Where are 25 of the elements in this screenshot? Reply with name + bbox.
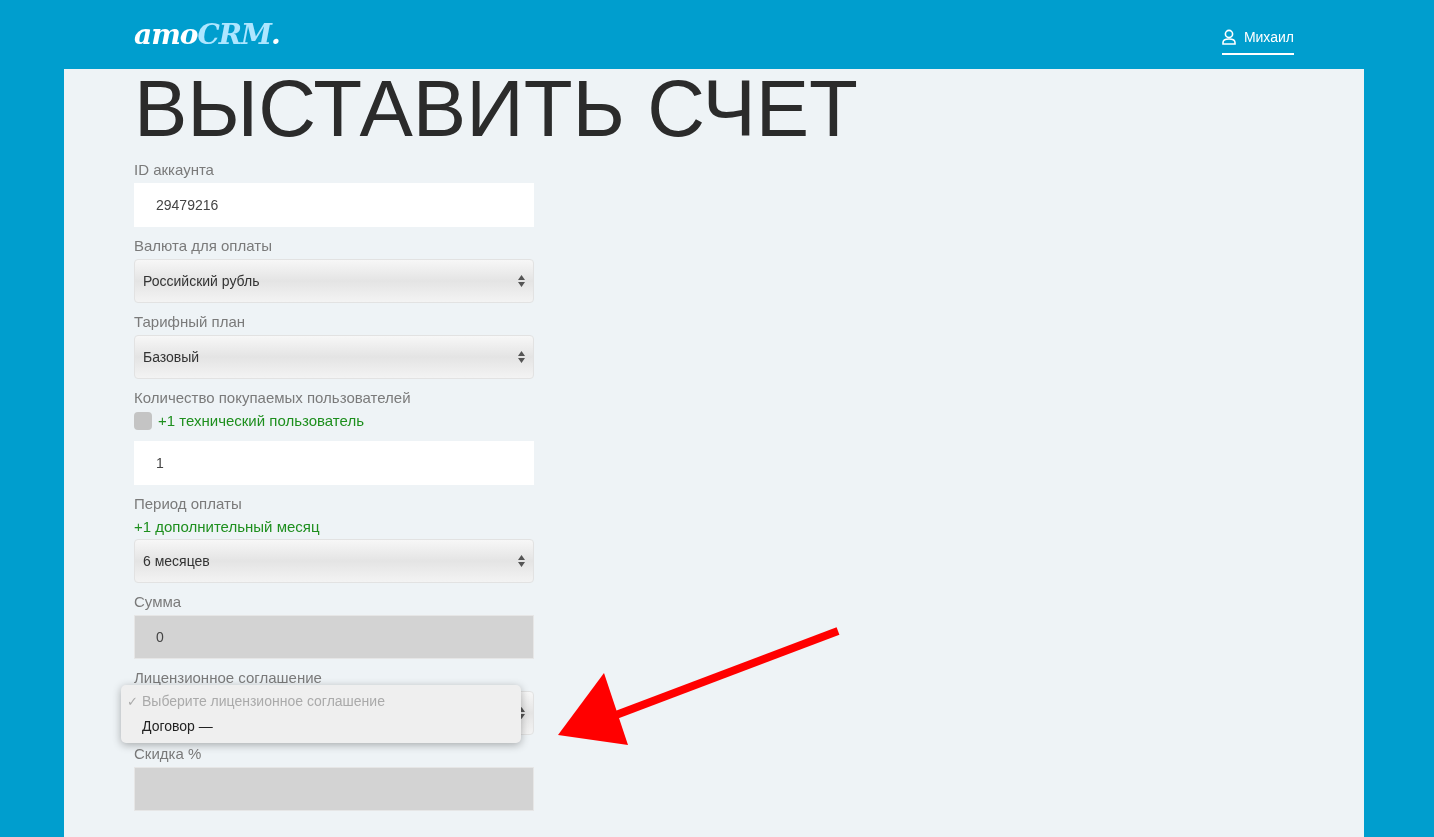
updown-arrows-icon [518,275,525,287]
user-icon [1221,28,1236,45]
check-icon: ✓ [127,691,138,712]
field-label: Лицензионное соглашение [134,669,323,687]
checkbox-option[interactable]: +1 технический пользователь [134,411,534,431]
select-field[interactable]: Базовый [134,335,534,379]
dropdown-option[interactable]: Договор — [121,714,521,739]
select-field[interactable]: Российский рубль [134,259,534,303]
text-field[interactable]: 29479216 [134,183,534,227]
field-label: Валюта для оплаты [134,237,273,255]
field-label: Период оплаты [134,495,243,513]
field-label: Количество покупаемых пользователей [134,389,412,407]
page-title: ВЫСТАВИТЬ СЧЕТ [134,69,858,149]
readonly-field: 0 [134,615,534,659]
field-label: Сумма [134,593,183,611]
field-label: ID аккаунта [134,161,215,179]
field-label: Скидка % [134,745,203,763]
select-field[interactable]: 6 месяцев [134,539,534,583]
field-label: Тарифный план [134,313,246,331]
updown-arrows-icon [518,555,525,567]
updown-arrows-icon [518,351,525,363]
text-field[interactable]: 1 [134,441,534,485]
checkbox[interactable] [134,412,152,430]
checkbox-label: +1 технический пользователь [158,411,364,431]
bonus-note: +1 дополнительный месяц [134,517,321,537]
